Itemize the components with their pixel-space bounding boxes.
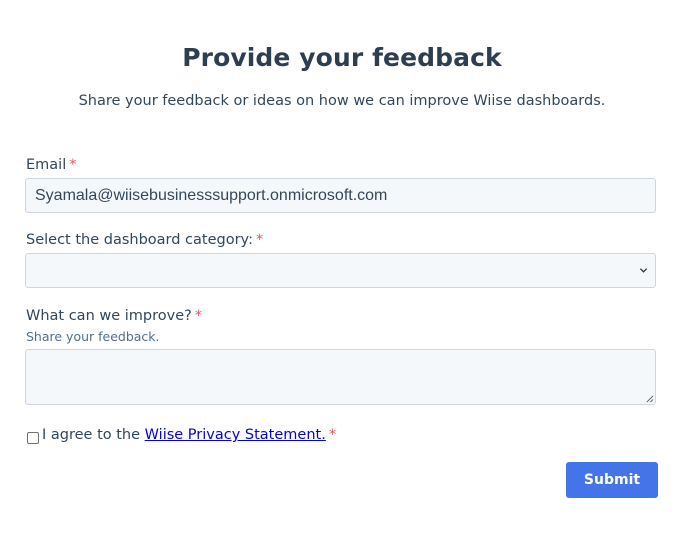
email-field[interactable]: Syamala@wiisebusinesssupport.onmicrosoft… (25, 178, 656, 213)
consent-text: I agree to the Wiise Privacy Statement. * (42, 427, 336, 443)
required-marker: * (255, 232, 264, 248)
required-marker: * (328, 427, 337, 443)
category-select[interactable] (25, 253, 656, 288)
consent-checkbox[interactable] (27, 432, 39, 444)
improve-label: What can we improve? * (26, 308, 202, 324)
category-label: Select the dashboard category: * (26, 232, 263, 248)
resize-handle-icon[interactable] (645, 394, 654, 403)
email-label: Email * (26, 157, 76, 173)
improve-textarea[interactable] (25, 349, 656, 405)
category-label-text: Select the dashboard category: (26, 232, 253, 248)
chevron-down-icon (639, 268, 648, 273)
consent-text-prefix: I agree to the (42, 427, 141, 443)
submit-button[interactable]: Submit (566, 462, 658, 498)
page-subtitle: Share your feedback or ideas on how we c… (78, 93, 606, 109)
email-label-text: Email (26, 157, 67, 173)
page-title: Provide your feedback (182, 43, 502, 72)
required-marker: * (69, 157, 77, 173)
improve-label-text: What can we improve? (26, 308, 192, 324)
privacy-statement-link[interactable]: Wiise Privacy Statement. (145, 427, 326, 443)
required-marker: * (194, 308, 203, 324)
improve-hint: Share your feedback. (26, 329, 160, 344)
